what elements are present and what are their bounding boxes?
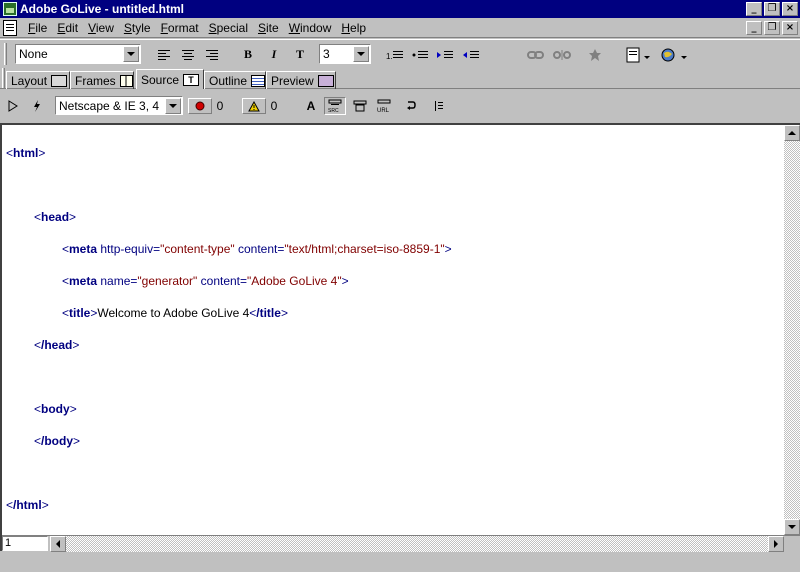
bold-button[interactable]: B [241, 46, 255, 62]
vertical-scrollbar[interactable] [784, 125, 800, 535]
golive-app-icon[interactable] [3, 2, 17, 16]
unlink-icon[interactable] [553, 48, 571, 62]
open-browser-icon[interactable] [660, 46, 690, 64]
document-icon[interactable] [3, 19, 17, 36]
scroll-down-button[interactable] [784, 519, 800, 535]
spellcheck-icon[interactable] [586, 47, 604, 63]
svg-text:SRC: SRC [328, 108, 339, 113]
align-right-icon[interactable] [204, 48, 220, 62]
chevron-down-icon [123, 46, 139, 62]
code-line: </head> [34, 338, 80, 352]
menu-file[interactable]: File [23, 21, 52, 35]
font-glyph-button[interactable]: A [304, 98, 318, 114]
line-number-field[interactable]: 1 [2, 536, 48, 551]
svg-text:1.: 1. [386, 52, 393, 61]
code-line: </body> [34, 434, 81, 448]
code-line: <head> [34, 210, 77, 224]
indent-icon[interactable] [436, 48, 454, 62]
code-line: <meta name="generator" content="Adobe Go… [62, 274, 349, 288]
scroll-up-button[interactable] [784, 125, 800, 141]
url-color-icon[interactable]: URL [375, 98, 393, 114]
numbered-list-icon[interactable]: 1. [386, 48, 404, 62]
title-bar: Adobe GoLive - untitled.html _ ❐ × [0, 0, 800, 18]
tabs-grip[interactable] [2, 68, 5, 88]
menu-edit[interactable]: Edit [52, 21, 83, 35]
paragraph-format-select[interactable]: None [15, 44, 141, 64]
chevron-down-icon [165, 97, 181, 114]
restore-button[interactable]: ❐ [764, 2, 780, 16]
browser-set-select[interactable]: Netscape & IE 3, 4 [55, 96, 183, 115]
menu-style[interactable]: Style [119, 21, 156, 35]
menu-window[interactable]: Window [284, 21, 337, 35]
syntax-coloring-icon[interactable]: SRC [324, 97, 346, 115]
code-line: <title>Welcome to Adobe GoLive 4</title> [62, 306, 288, 320]
source-icon: T [183, 73, 200, 86]
italic-button[interactable]: I [267, 46, 281, 62]
teletype-button[interactable]: T [293, 46, 307, 62]
align-left-icon[interactable] [156, 48, 172, 62]
code-line: </html> [6, 498, 49, 512]
word-wrap-icon[interactable] [404, 98, 418, 114]
status-bar [0, 553, 800, 572]
source-toolbar: Netscape & IE 3, 4 0 0 A SRC URL [0, 93, 800, 120]
element-color-icon[interactable] [352, 98, 368, 114]
source-code[interactable]: <html> <head> <meta http-equiv="content-… [6, 129, 452, 545]
code-line: <body> [34, 402, 77, 416]
page-properties-icon[interactable] [625, 46, 653, 64]
doc-restore-button[interactable]: ❐ [764, 21, 780, 35]
bottom-bar: 1 [2, 535, 800, 552]
horizontal-scrollbar[interactable] [50, 536, 784, 552]
menu-view[interactable]: View [83, 21, 119, 35]
tab-preview[interactable]: Preview [266, 71, 336, 89]
menu-bar: File Edit View Style Format Special Site… [0, 18, 800, 38]
doc-minimize-button[interactable]: _ [746, 21, 762, 35]
menu-format[interactable]: Format [156, 21, 204, 35]
lightning-icon[interactable] [30, 98, 44, 114]
minimize-button[interactable]: _ [746, 2, 762, 16]
error-indicator-icon[interactable] [188, 98, 212, 114]
line-numbers-icon[interactable] [432, 98, 446, 114]
preview-icon [317, 74, 334, 87]
close-button[interactable]: × [782, 2, 798, 16]
tab-frames[interactable]: Frames [70, 71, 134, 89]
menu-special[interactable]: Special [204, 21, 253, 35]
play-icon[interactable] [6, 98, 20, 114]
chevron-down-icon [353, 46, 369, 62]
source-editor[interactable]: <html> <head> <meta http-equiv="content-… [0, 123, 800, 552]
scroll-right-button[interactable] [768, 536, 784, 552]
link-icon[interactable] [527, 48, 545, 62]
frames-icon [119, 74, 133, 87]
error-count: 0 [216, 99, 224, 113]
scroll-left-button[interactable] [50, 536, 66, 552]
format-toolbar: None B I T 3 1. [0, 39, 800, 67]
outline-icon [251, 74, 265, 87]
warning-count: 0 [270, 99, 278, 113]
bulleted-list-icon[interactable] [411, 48, 429, 62]
layout-icon [51, 74, 68, 87]
view-tabs: Layout Frames Source T Outline Preview [0, 68, 800, 89]
align-center-icon[interactable] [180, 48, 196, 62]
toolbar-grip[interactable] [4, 43, 7, 65]
tab-source[interactable]: Source T [136, 69, 204, 89]
svg-text:URL: URL [377, 108, 390, 113]
menu-help[interactable]: Help [336, 21, 371, 35]
outdent-icon[interactable] [462, 48, 480, 62]
doc-close-button[interactable]: × [782, 21, 798, 35]
warning-indicator-icon[interactable] [242, 98, 266, 114]
code-line: <html> [6, 146, 46, 160]
font-size-select[interactable]: 3 [319, 44, 371, 64]
tab-outline[interactable]: Outline [204, 71, 266, 89]
window-title: Adobe GoLive - untitled.html [20, 2, 184, 16]
tab-layout[interactable]: Layout [6, 71, 70, 89]
code-line: <meta http-equiv="content-type" content=… [62, 242, 452, 256]
menu-site[interactable]: Site [253, 21, 284, 35]
